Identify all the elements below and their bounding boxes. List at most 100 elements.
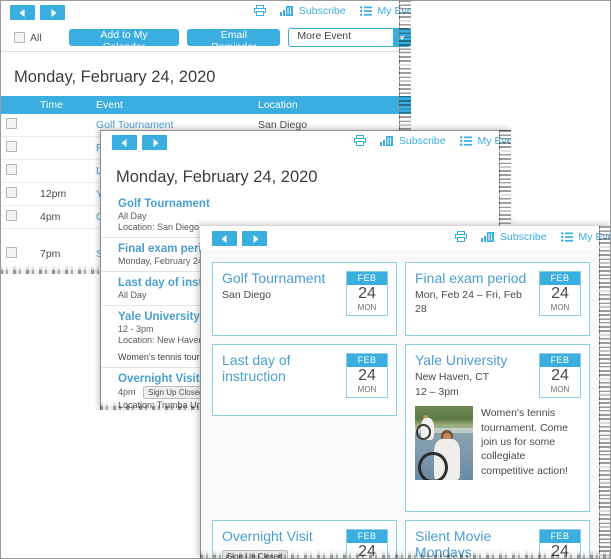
event-card-title[interactable]: Yale University [415,352,507,369]
date-badge-month: FEB [347,272,387,285]
date-badge: FEB 24 MON [346,529,388,559]
subscribe-bars-icon [379,136,393,146]
row-time [34,114,90,137]
row-time: 7pm [40,247,61,260]
printer-icon [455,231,467,242]
subscribe-label[interactable]: Subscribe [500,231,547,243]
event-card[interactable]: Yale University New Haven, CT 12 – 3pm F… [405,344,590,512]
row-time [34,136,90,160]
panel1-tool-links: Subscribe My Events [254,5,411,19]
col-time: Time [34,96,90,114]
date-badge-month: FEB [347,354,387,367]
next-period-button[interactable] [40,5,65,20]
date-badge-day: 24 [551,543,569,559]
my-events-label[interactable]: My Events [579,231,611,243]
row-checkbox[interactable] [6,187,17,198]
page-title: Monday, February 24, 2020 [116,168,318,186]
subscribe-link[interactable]: Subscribe [379,135,446,147]
events-table-header-row: Time Event Location [0,96,411,114]
row-checkbox[interactable] [6,118,17,129]
next-period-button[interactable] [142,135,167,150]
subscribe-label[interactable]: Subscribe [399,135,446,147]
my-events-label[interactable]: My Events [478,135,511,147]
my-events-link[interactable]: My Events [359,5,411,17]
event-card-title[interactable]: Last day of instruction [222,352,337,384]
subscribe-link[interactable]: Subscribe [279,5,346,17]
more-event-actions-label: More Event Actions [297,30,352,46]
add-to-my-calendar-button[interactable]: Add to My Calendar [68,29,180,53]
event-card-subtitle: Mon, Feb 24 – Fri, Feb 28 [415,288,522,315]
subscribe-label[interactable]: Subscribe [299,5,346,17]
status-badge: Sign Up Closed [222,549,288,559]
event-card[interactable]: Golf Tournament San Diego FEB 24 MON [212,262,397,336]
status-badge: Sign Up Closed [143,386,209,399]
event-card[interactable]: Overnight Visit Sign Up Closed Trumba Un… [212,520,397,559]
panel2-tool-links: Subscribe My Events [354,135,511,149]
event-cards-grid: Golf Tournament San Diego FEB 24 MON Fin… [212,262,611,559]
col-event: Event [90,96,252,114]
list-item-title[interactable]: Golf Tournament [118,198,511,210]
events-table-head: Time Event Location [0,96,411,114]
my-events-link[interactable]: My Events [560,231,611,243]
caret-down-icon[interactable] [393,29,410,46]
panel-left-edge [100,130,101,410]
subscribe-bars-icon [279,6,293,16]
row-checkbox[interactable] [6,210,17,221]
row-checkbox[interactable] [6,164,17,175]
row-checkbox[interactable] [6,141,17,152]
prev-period-button[interactable] [112,135,137,150]
list-item-time: 4pm [118,386,136,397]
printer-icon [354,135,366,146]
print-link[interactable] [254,5,266,16]
prev-period-button[interactable] [10,5,35,20]
row-checkbox[interactable] [6,246,17,258]
col-location: Location [252,96,411,114]
event-card-description: Women's tennis tournament. Come join us … [481,407,568,477]
date-badge-day: 24 [551,367,569,384]
event-card-title[interactable]: Overnight Visit [222,528,340,545]
event-card-title[interactable]: Final exam period [415,270,533,287]
select-all-label: All [30,31,42,44]
print-link[interactable] [354,135,366,146]
date-badge: FEB 24 MON [346,271,388,316]
email-reminder-button[interactable]: Email Reminder [187,29,281,53]
event-action-toolbar: All Add to My Calendar Email Reminder Mo… [0,24,411,53]
event-card[interactable]: Silent Movie Mondays FEB 24 MON [405,520,590,559]
prev-period-button[interactable] [212,231,237,246]
tennis-photo [415,406,473,481]
panel-left-edge [200,226,201,559]
row-time: 4pm [34,205,90,229]
list-icon [560,232,573,242]
date-badge-weekday: MON [357,303,377,312]
event-card-subtitle: San Diego [222,288,272,301]
event-card-title[interactable]: Silent Movie Mondays [415,528,533,559]
list-icon [359,6,372,16]
select-all-checkbox[interactable] [14,32,25,43]
print-link[interactable] [455,231,467,242]
date-badge: FEB 24 MON [346,353,388,398]
date-badge: FEB 24 MON [539,271,581,316]
event-card[interactable]: Last day of instruction FEB 24 MON [212,344,397,416]
row-time: 12pm [34,182,90,206]
date-badge-weekday: MON [357,385,377,394]
date-badge: FEB 24 MON [539,353,581,398]
date-badge-month: FEB [347,530,387,543]
event-card[interactable]: Final exam period Mon, Feb 24 – Fri, Feb… [405,262,590,336]
next-period-button[interactable] [242,231,267,246]
printer-icon [254,5,266,16]
screenshot-stage: Subscribe My Events [0,0,611,559]
date-badge-month: FEB [540,272,580,285]
panel1-nav-row: Subscribe My Events [0,0,411,24]
page-title: Monday, February 24, 2020 [14,68,216,86]
row-time [34,159,90,183]
date-badge-month: FEB [540,530,580,543]
my-events-link[interactable]: My Events [459,135,511,147]
event-card-title[interactable]: Golf Tournament [222,270,325,287]
panel3-tool-links: Subscribe My Events [455,231,611,245]
more-event-actions-button[interactable]: More Event Actions [288,28,411,47]
panel3-nav-row: Subscribe My Events [200,226,611,250]
my-events-label[interactable]: My Events [378,5,411,17]
date-badge-day: 24 [358,285,376,302]
list-icon [459,136,472,146]
subscribe-link[interactable]: Subscribe [480,231,547,243]
